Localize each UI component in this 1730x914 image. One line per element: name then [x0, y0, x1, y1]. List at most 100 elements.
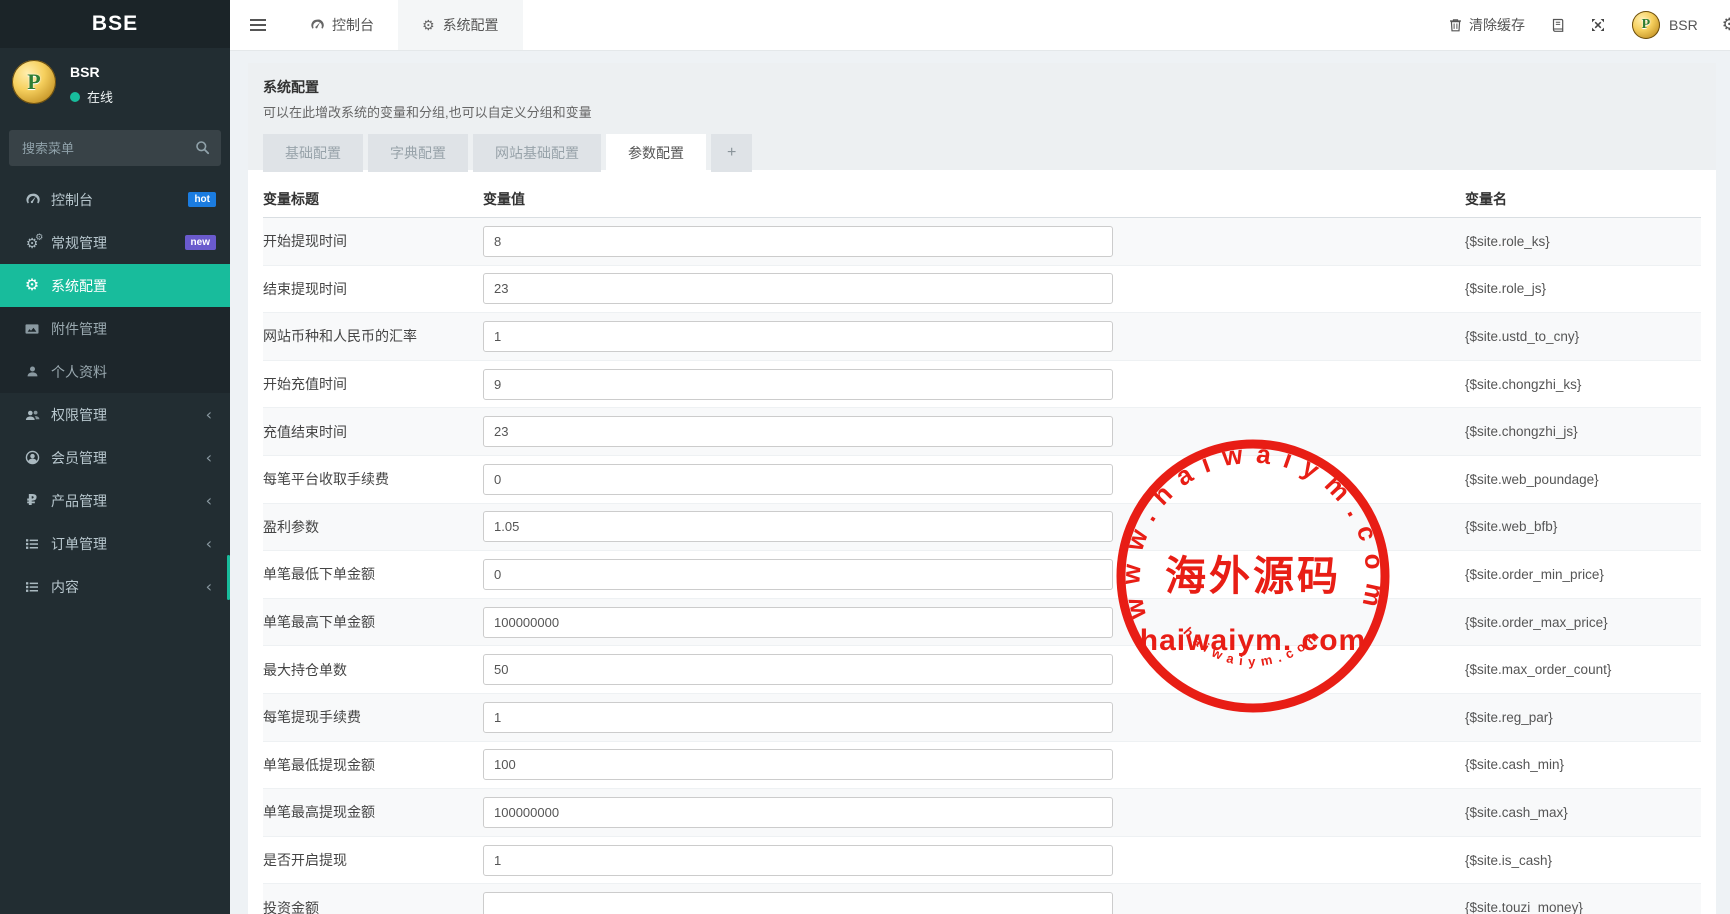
tab-basic-config[interactable]: 基础配置 [263, 134, 363, 172]
sidebar-item-label: 权限管理 [51, 405, 206, 425]
avatar: P [12, 60, 56, 104]
tab-dictionary-config[interactable]: 字典配置 [368, 134, 468, 172]
variable-name: {$site.cash_max} [1465, 805, 1701, 820]
sidebar-item-general[interactable]: ⚙⚙ 常规管理 new [0, 221, 230, 264]
topnav-tabs: 控制台 ⚙ 系统配置 [286, 0, 523, 50]
variable-value-input[interactable] [483, 321, 1113, 352]
variable-value-input[interactable] [483, 416, 1113, 447]
variable-value-input[interactable] [483, 369, 1113, 400]
sidebar: BSE P BSR 在线 控制台 hot ⚙⚙ [0, 0, 230, 914]
sidebar-item-label: 系统配置 [51, 276, 216, 296]
variable-name: {$site.is_cash} [1465, 853, 1701, 868]
variable-value-input[interactable] [483, 607, 1113, 638]
variable-value-input[interactable] [483, 749, 1113, 780]
variable-name: {$site.web_poundage} [1465, 472, 1701, 487]
variable-value-input[interactable] [483, 273, 1113, 304]
variable-value-input[interactable] [483, 226, 1113, 257]
variable-value-input[interactable] [483, 654, 1113, 685]
clear-cache-button[interactable]: 清除缓存 [1436, 0, 1538, 50]
table-header: 变量标题 变量值 变量名 [263, 180, 1701, 218]
top-navbar: 控制台 ⚙ 系统配置 清除缓存 [230, 0, 1730, 51]
variable-value-cell [483, 273, 1465, 304]
variable-value-input[interactable] [483, 845, 1113, 876]
variable-title: 单笔最高提现金额 [263, 802, 483, 822]
list-icon [22, 580, 42, 594]
settings-gears-button[interactable]: ⚙⚙ [1712, 15, 1730, 35]
add-tab-button[interactable]: + [711, 134, 752, 172]
variable-value-input[interactable] [483, 797, 1113, 828]
config-tabs: 基础配置 字典配置 网站基础配置 参数配置 + [263, 134, 1701, 172]
variable-value-cell [483, 607, 1465, 638]
column-header-title: 变量标题 [263, 189, 483, 209]
variable-value-cell [483, 845, 1465, 876]
sidebar-item-orders[interactable]: 订单管理 ‹ [0, 522, 230, 565]
table-row: 每笔提现手续费 {$site.reg_par} [263, 694, 1701, 742]
config-rows: 开始提现时间 {$site.role_ks} 结束提现时间 {$site.rol… [263, 218, 1701, 914]
new-badge: new [185, 235, 216, 250]
sidebar-item-dashboard[interactable]: 控制台 hot [0, 178, 230, 221]
sidebar-item-permissions[interactable]: 权限管理 ‹ [0, 393, 230, 436]
sidebar-scrollbar-thumb[interactable] [227, 555, 230, 600]
user-menu[interactable]: P BSR [1618, 11, 1712, 39]
variable-value-input[interactable] [483, 892, 1113, 914]
book-icon [1551, 18, 1565, 33]
variable-value-cell [483, 226, 1465, 257]
main-content: 系统配置 可以在此增改系统的变量和分组,也可以自定义分组和变量 基础配置 字典配… [230, 51, 1730, 914]
variable-name: {$site.chongzhi_ks} [1465, 377, 1701, 392]
variable-value-input[interactable] [483, 702, 1113, 733]
sidebar-item-label: 常规管理 [51, 233, 185, 253]
sidebar-item-system-config[interactable]: ⚙ 系统配置 [0, 264, 230, 307]
variable-value-cell [483, 797, 1465, 828]
language-button[interactable] [1538, 0, 1578, 50]
hot-badge: hot [188, 192, 216, 207]
variable-value-input[interactable] [483, 464, 1113, 495]
variable-value-cell [483, 369, 1465, 400]
sidebar-item-content[interactable]: 内容 ‹ [0, 565, 230, 608]
image-icon [22, 322, 42, 336]
tab-label: 系统配置 [443, 15, 499, 35]
expand-arrows-icon [1591, 18, 1605, 32]
variable-name: {$site.max_order_count} [1465, 662, 1701, 677]
sidebar-item-label: 内容 [51, 577, 206, 597]
search-input[interactable] [9, 130, 221, 166]
variable-title: 投资金额 [263, 898, 483, 914]
variable-name: {$site.chongzhi_js} [1465, 424, 1701, 439]
tab-parameter-config[interactable]: 参数配置 [606, 134, 706, 172]
users-icon [22, 408, 42, 422]
tab-website-basic-config[interactable]: 网站基础配置 [473, 134, 601, 172]
table-row: 开始充值时间 {$site.chongzhi_ks} [263, 361, 1701, 409]
navbar-actions: 清除缓存 P BSR ⚙⚙ [1436, 0, 1730, 50]
variable-title: 结束提现时间 [263, 279, 483, 299]
variable-value-cell [483, 464, 1465, 495]
user-status: 在线 [70, 87, 218, 106]
variable-value-input[interactable] [483, 559, 1113, 590]
tab-dashboard[interactable]: 控制台 [286, 0, 398, 50]
variable-value-cell [483, 654, 1465, 685]
panel-heading: 系统配置 可以在此增改系统的变量和分组,也可以自定义分组和变量 基础配置 字典配… [248, 63, 1716, 170]
variable-value-cell [483, 416, 1465, 447]
sidebar-item-label: 控制台 [51, 190, 188, 210]
tab-system-config[interactable]: ⚙ 系统配置 [398, 0, 523, 50]
sidebar-toggle-button[interactable] [230, 0, 286, 50]
sidebar-item-profile[interactable]: 个人资料 [0, 350, 230, 393]
variable-value-input[interactable] [483, 511, 1113, 542]
sidebar-item-attachments[interactable]: 附件管理 [0, 307, 230, 350]
sidebar-item-products[interactable]: ₽ 产品管理 ‹ [0, 479, 230, 522]
gears-icon: ⚙⚙ [22, 236, 42, 250]
variable-title: 单笔最高下单金额 [263, 612, 483, 632]
table-row: 单笔最低下单金额 {$site.order_min_price} [263, 551, 1701, 599]
variable-value-cell [483, 321, 1465, 352]
variable-value-cell [483, 892, 1465, 914]
config-panel: 系统配置 可以在此增改系统的变量和分组,也可以自定义分组和变量 基础配置 字典配… [248, 63, 1716, 914]
variable-title: 是否开启提现 [263, 850, 483, 870]
variable-title: 单笔最低提现金额 [263, 755, 483, 775]
table-row: 单笔最高提现金额 {$site.cash_max} [263, 789, 1701, 837]
variable-title: 网站币种和人民币的汇率 [263, 326, 483, 346]
dashboard-icon [310, 18, 324, 32]
user-panel: P BSR 在线 [0, 48, 230, 120]
table-row: 网站币种和人民币的汇率 {$site.ustd_to_cny} [263, 313, 1701, 361]
fullscreen-button[interactable] [1578, 0, 1618, 50]
variable-value-cell [483, 702, 1465, 733]
variable-value-cell [483, 559, 1465, 590]
sidebar-item-members[interactable]: 会员管理 ‹ [0, 436, 230, 479]
